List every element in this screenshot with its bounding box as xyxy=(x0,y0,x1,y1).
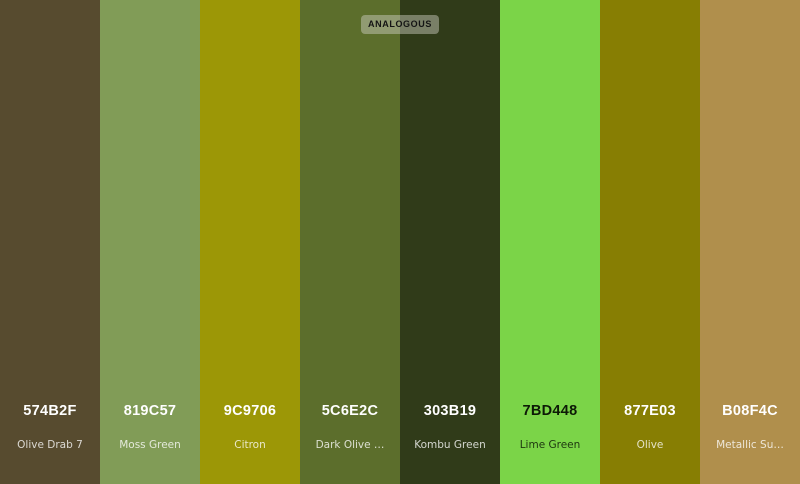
swatch-color-name: Olive xyxy=(636,439,664,451)
swatch-hex-code[interactable]: 5C6E2C xyxy=(300,402,400,420)
swatch-metallic-sunburst[interactable]: B08F4C Metallic Su… xyxy=(700,0,800,484)
swatch-lime-green[interactable]: 7BD448 Lime Green xyxy=(500,0,600,484)
swatch-color-name: Citron xyxy=(234,439,266,451)
swatch-dark-olive-green[interactable]: 5C6E2C Dark Olive … xyxy=(300,0,400,484)
swatch-moss-green[interactable]: 819C57 Moss Green xyxy=(100,0,200,484)
swatch-color-name: Metallic Su… xyxy=(716,439,784,451)
swatch-color-name: Olive Drab 7 xyxy=(17,439,83,451)
color-palette: 574B2F Olive Drab 7 819C57 Moss Green 9C… xyxy=(0,0,800,484)
scheme-type-badge[interactable]: ANALOGOUS xyxy=(361,15,439,34)
swatch-hex-code[interactable]: 574B2F xyxy=(0,402,100,420)
swatch-olive[interactable]: 877E03 Olive xyxy=(600,0,700,484)
swatch-olive-drab-7[interactable]: 574B2F Olive Drab 7 xyxy=(0,0,100,484)
swatch-hex-code[interactable]: 7BD448 xyxy=(500,402,600,420)
swatch-citron[interactable]: 9C9706 Citron xyxy=(200,0,300,484)
swatch-hex-code[interactable]: 877E03 xyxy=(600,402,700,420)
swatch-kombu-green[interactable]: 303B19 Kombu Green xyxy=(400,0,500,484)
swatch-color-name: Moss Green xyxy=(119,439,181,451)
swatch-color-name: Kombu Green xyxy=(414,439,486,451)
swatch-hex-code[interactable]: 819C57 xyxy=(100,402,200,420)
swatch-hex-code[interactable]: B08F4C xyxy=(700,402,800,420)
swatch-color-name: Lime Green xyxy=(519,439,581,451)
swatch-hex-code[interactable]: 9C9706 xyxy=(200,402,300,420)
swatch-hex-code[interactable]: 303B19 xyxy=(400,402,500,420)
swatch-color-name: Dark Olive … xyxy=(315,439,385,451)
